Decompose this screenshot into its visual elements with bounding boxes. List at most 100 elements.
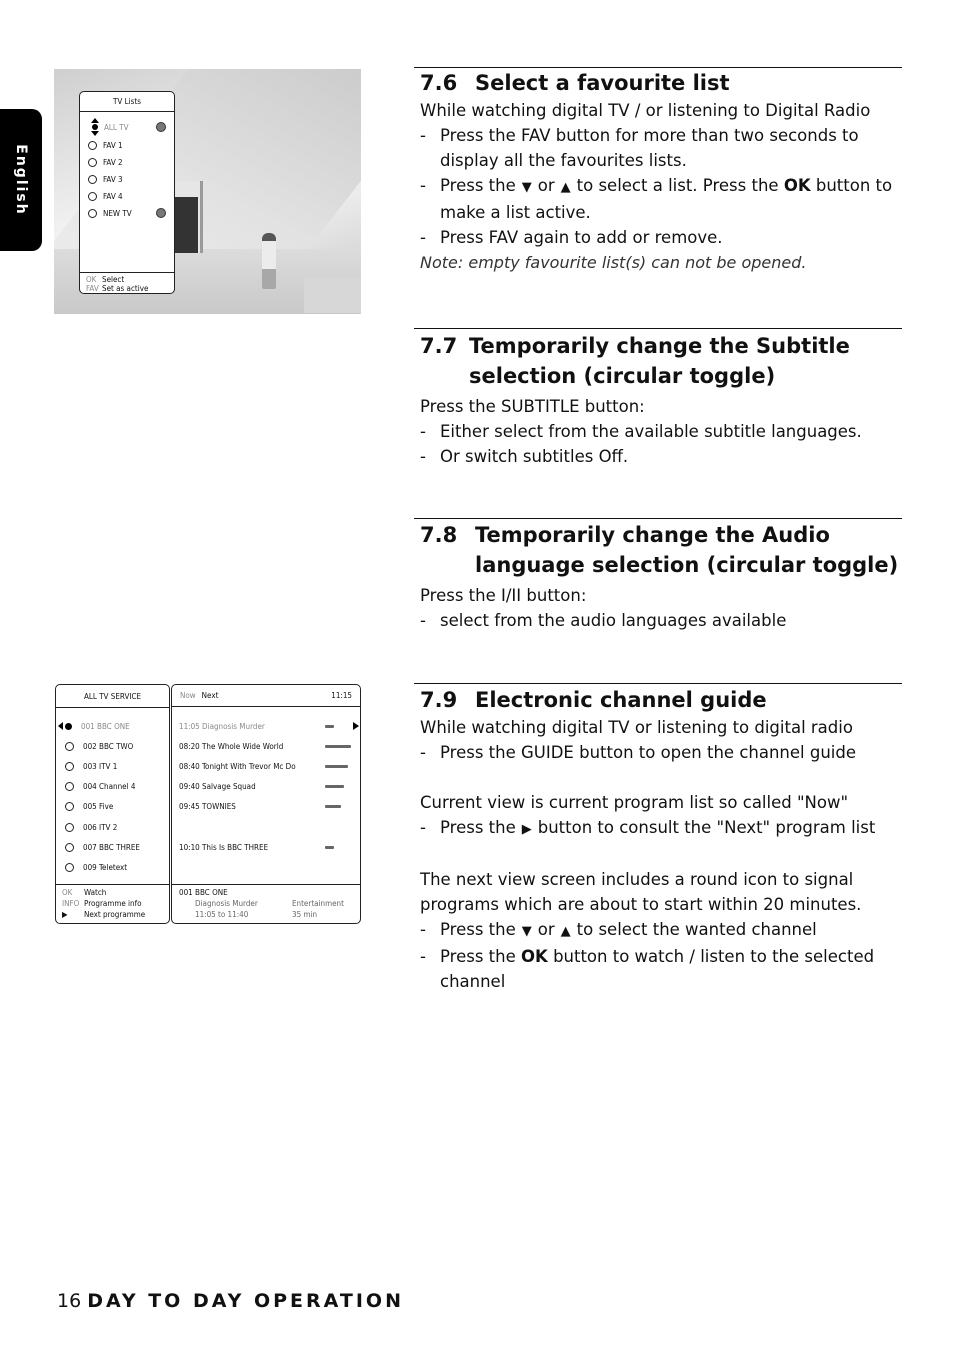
programme-item[interactable]: 11:05 Diagnosis Murder <box>172 719 360 733</box>
progress-bar <box>325 764 348 768</box>
programme-label: 10:10 This Is BBC THREE <box>179 842 269 852</box>
radio-icon <box>88 174 97 184</box>
tv-list-label: NEW TV <box>103 208 132 218</box>
info-genre: Entertainment <box>292 899 344 908</box>
section-number: 7.8 <box>420 523 458 547</box>
paragraph: Current view is current program list so … <box>420 793 849 812</box>
radio-icon <box>65 781 74 791</box>
section-heading: 7.9 Electronic channel guide <box>420 685 902 715</box>
page-footer: 16 DAY TO DAY OPERATION <box>57 1290 404 1312</box>
programme-label: 08:40 Tonight With Trevor Mc Do <box>179 761 296 771</box>
selected-dot-icon <box>65 722 72 730</box>
section-title: Electronic channel guide <box>475 688 767 712</box>
channel-list-title: ALL TV SERVICE <box>83 691 142 701</box>
tv-lists-panel: TV Lists ALL TV FAV 1 FAV 2 FAV 3 FAV 4 … <box>79 91 175 294</box>
clock: 11:15 <box>331 691 352 700</box>
paragraph: While watching digital TV / or listening… <box>420 101 871 120</box>
section-divider <box>414 328 902 329</box>
key-label: FAV <box>86 284 99 293</box>
tab-now[interactable]: Now <box>180 691 196 700</box>
section-divider <box>414 518 902 519</box>
text-fragment: Press the <box>440 818 516 837</box>
ok-key-text: OK <box>783 176 811 195</box>
programme-item <box>172 860 360 874</box>
key-label: INFO <box>62 899 80 908</box>
radio-icon <box>88 208 97 218</box>
channel-label: 006 ITV 2 <box>83 822 118 832</box>
tv-list-label: FAV 2 <box>103 157 123 167</box>
info-title: Diagnosis Murder <box>195 899 258 908</box>
text-fragment: Press the <box>440 947 516 966</box>
key-label: OK <box>62 888 73 897</box>
list-item: - Press the ▼ or ▲ to select the wanted chan… <box>420 917 902 944</box>
channel-list-footer: OK Watch INFO Programme info ▶ Next program… <box>56 884 169 923</box>
down-arrow-icon: ▼ <box>521 924 532 939</box>
tv-list-item[interactable]: ALL TV <box>80 118 174 136</box>
progress-bar <box>325 784 344 788</box>
key-action: Watch <box>84 888 107 897</box>
right-arrow-icon: ▶ <box>62 910 68 919</box>
list-item-text: Either select from the available subtitl… <box>440 422 862 441</box>
channel-list-panel: ALL TV SERVICE 001 BBC ONE 002 BBC TWO 0… <box>55 684 170 924</box>
tv-list-item[interactable]: FAV 1 <box>80 138 174 152</box>
channel-item[interactable]: 001 BBC ONE <box>56 719 169 733</box>
channel-item[interactable]: 003 ITV 1 <box>56 759 169 773</box>
chapter-title: DAY TO DAY OPERATION <box>87 1290 404 1312</box>
list-item-text: Press the FAV button for more than two s… <box>440 126 859 170</box>
list-item: - Press the FAV button for more than two … <box>420 123 902 173</box>
programme-item[interactable]: 09:40 Salvage Squad <box>172 779 360 793</box>
section-divider <box>414 683 902 684</box>
tv-list-label: FAV 1 <box>103 140 123 150</box>
channel-item[interactable]: 009 Teletext <box>56 860 169 874</box>
list-item: - Press FAV again to add or remove. <box>420 225 902 250</box>
programme-item[interactable]: 08:20 The Whole Wide World <box>172 739 360 753</box>
text-fragment: to select a list. Press the <box>576 176 779 195</box>
radio-icon <box>65 862 74 872</box>
list-item: - select from the audio languages availab… <box>420 608 902 633</box>
key-action: Set as active <box>102 284 149 293</box>
right-arrow-icon: ▶ <box>521 822 532 837</box>
list-item-text: Press the ▼ or ▲ to select a list. Press the… <box>440 173 902 225</box>
key-label: OK <box>86 275 97 284</box>
section-7-7: 7.7 Temporarily change the Subtitle sele… <box>420 331 902 469</box>
paragraph: Press the I/II button: <box>420 586 587 605</box>
channel-item[interactable]: 004 Channel 4 <box>56 779 169 793</box>
section-heading: 7.7 Temporarily change the Subtitle sele… <box>420 331 902 391</box>
tv-list-item[interactable]: FAV 3 <box>80 172 174 186</box>
section-title: Temporarily change the Subtitle selectio… <box>469 334 850 388</box>
programme-label: 09:45 TOWNIES <box>179 801 236 811</box>
radio-icon <box>65 761 74 771</box>
list-item-text: Press FAV again to add or remove. <box>440 228 723 247</box>
programme-item[interactable]: 10:10 This Is BBC THREE <box>172 840 360 854</box>
programme-list-header: Now Next 11:15 <box>172 685 360 707</box>
tv-lists-title: TV Lists <box>113 97 141 106</box>
list-item-text: select from the audio languages availabl… <box>440 611 787 630</box>
navigation-cursor-icon <box>88 118 102 136</box>
channel-item[interactable]: 002 BBC TWO <box>56 739 169 753</box>
programme-item[interactable]: 08:40 Tonight With Trevor Mc Do <box>172 759 360 773</box>
progress-bar <box>325 724 334 728</box>
tv-list-label: FAV 3 <box>103 174 123 184</box>
list-item: - Press the ▼ or ▲ to select a list. Press t… <box>420 173 902 225</box>
programme-item[interactable]: 09:45 TOWNIES <box>172 799 360 813</box>
text-fragment: button to consult the "Next" program lis… <box>537 818 876 837</box>
channel-label: 003 ITV 1 <box>83 761 118 771</box>
list-item: - Press the GUIDE button to open the chan… <box>420 740 902 765</box>
channel-item[interactable]: 007 BBC THREE <box>56 840 169 854</box>
active-list-icon <box>156 208 166 218</box>
right-arrow-icon[interactable] <box>353 722 359 730</box>
programme-label: 09:40 Salvage Squad <box>179 781 256 791</box>
list-item: - Either select from the available subtit… <box>420 419 902 444</box>
tv-list-item[interactable]: FAV 4 <box>80 189 174 203</box>
tv-list-item[interactable]: FAV 2 <box>80 155 174 169</box>
channel-item[interactable]: 005 Five <box>56 799 169 813</box>
tv-list-item[interactable]: NEW TV <box>80 206 174 220</box>
channel-item[interactable]: 006 ITV 2 <box>56 820 169 834</box>
tab-next[interactable]: Next <box>202 691 219 700</box>
tv-list-label: ALL TV <box>104 122 129 132</box>
key-action: Select <box>102 275 125 284</box>
list-item-text: Press the GUIDE button to open the chann… <box>440 743 856 762</box>
radio-icon <box>88 140 97 150</box>
tv-list-label: FAV 4 <box>103 191 123 201</box>
section-title: Temporarily change the Audio language se… <box>475 523 899 577</box>
